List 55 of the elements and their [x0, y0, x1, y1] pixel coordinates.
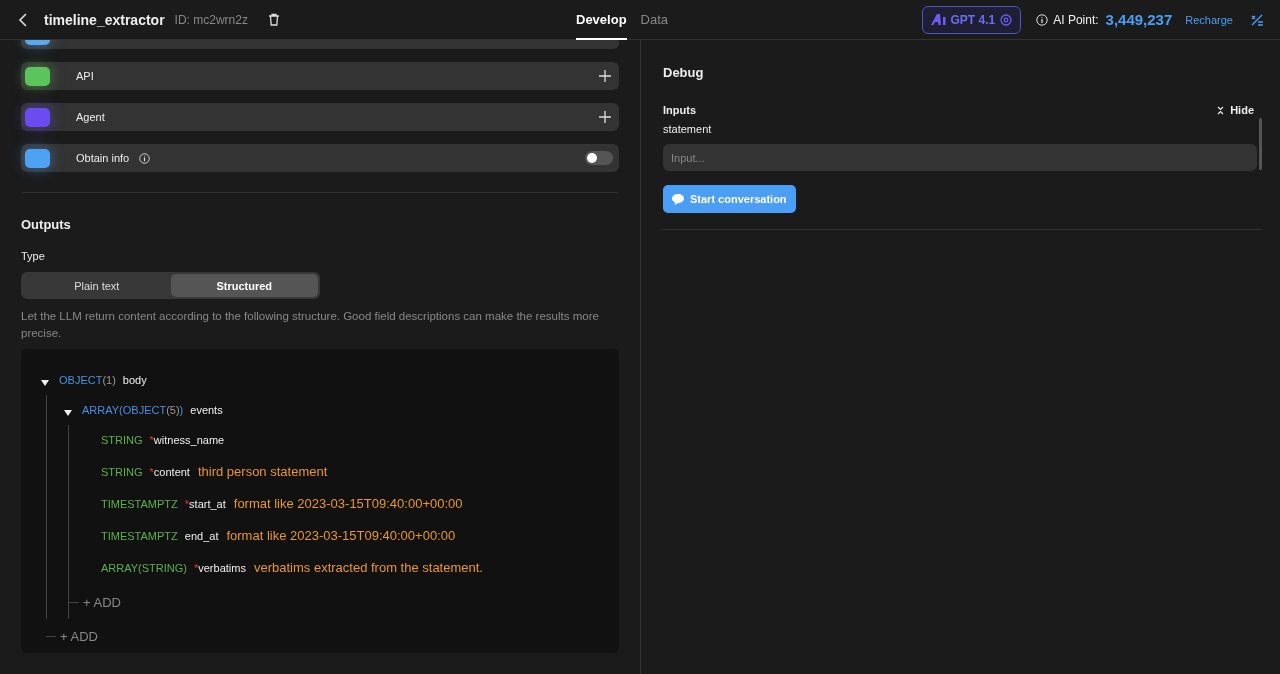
type-option[interactable]: Structured: [170, 274, 318, 297]
collapse-icon: [1217, 105, 1225, 115]
toggle-switch[interactable]: [585, 151, 613, 165]
field-name: events: [190, 403, 223, 418]
add-icon[interactable]: [599, 70, 611, 82]
type-label: ARRAY(OBJECT(5)): [82, 403, 184, 418]
field-description: format like 2023-03-15T09:40:00+00:00: [233, 495, 463, 513]
points-value: 3,449,237: [1105, 11, 1173, 28]
trash-icon[interactable]: [267, 13, 280, 26]
points-label: AI Point:: [1053, 12, 1099, 27]
field-name: *content: [149, 465, 190, 480]
add-link[interactable]: + ADD: [83, 594, 121, 610]
hide-button[interactable]: Hide: [1217, 104, 1254, 116]
type-label: TIMESTAMPTZ: [101, 497, 178, 512]
type-label: TIMESTAMPTZ: [101, 529, 178, 544]
plugin-label: Agent: [76, 111, 105, 123]
scrollbar[interactable]: [1259, 118, 1262, 170]
type-label: OBJECT(1): [59, 373, 116, 388]
field-name: *verbatims: [193, 561, 246, 576]
recharge-link[interactable]: Recharge: [1185, 13, 1233, 26]
app-id: ID: mc2wrn2z: [174, 12, 248, 27]
caret-icon[interactable]: [64, 410, 72, 416]
chat-icon: [672, 193, 684, 205]
section-title: Outputs: [21, 217, 72, 232]
field-label: Type: [21, 250, 46, 262]
type-label: ARRAY(STRING): [101, 561, 187, 576]
field-name: *start_at: [184, 497, 226, 512]
type-label: STRING: [101, 465, 143, 480]
caret-icon[interactable]: [41, 380, 49, 386]
field-name: end_at: [184, 529, 219, 544]
plugin-label: Obtain info: [76, 152, 130, 164]
percent-icon[interactable]: [1250, 12, 1264, 27]
add-icon[interactable]: [599, 111, 611, 123]
field-name: *witness_name: [149, 433, 225, 448]
model-button[interactable]: GPT 4.1: [921, 5, 1022, 34]
type-label: STRING: [101, 433, 143, 448]
panel-title: Debug: [663, 65, 705, 80]
section-title: Inputs: [663, 104, 696, 116]
plugin-label: API: [76, 70, 94, 82]
field-description: third person statement: [197, 463, 328, 481]
input-field[interactable]: Input...: [663, 144, 1257, 171]
field-description: verbatims extracted from the statement.: [253, 559, 483, 577]
app-title: timeline_extractor: [44, 11, 165, 28]
info-icon[interactable]: [139, 152, 151, 164]
back-icon[interactable]: [18, 12, 28, 27]
settings-icon: [1000, 13, 1013, 26]
field-label: statement: [663, 123, 713, 135]
info-icon: [1036, 13, 1049, 26]
type-option[interactable]: Plain text: [23, 274, 171, 297]
field-description: format like 2023-03-15T09:40:00+00:00: [226, 527, 456, 545]
field-name: body: [122, 373, 147, 388]
add-link[interactable]: + ADD: [60, 628, 98, 644]
tab[interactable]: Data: [640, 0, 669, 40]
ai-logo-icon: [930, 14, 946, 25]
description-text: Let the LLM return content according to the following structure. Good field descriptions can make the results more precise.: [21, 309, 600, 341]
